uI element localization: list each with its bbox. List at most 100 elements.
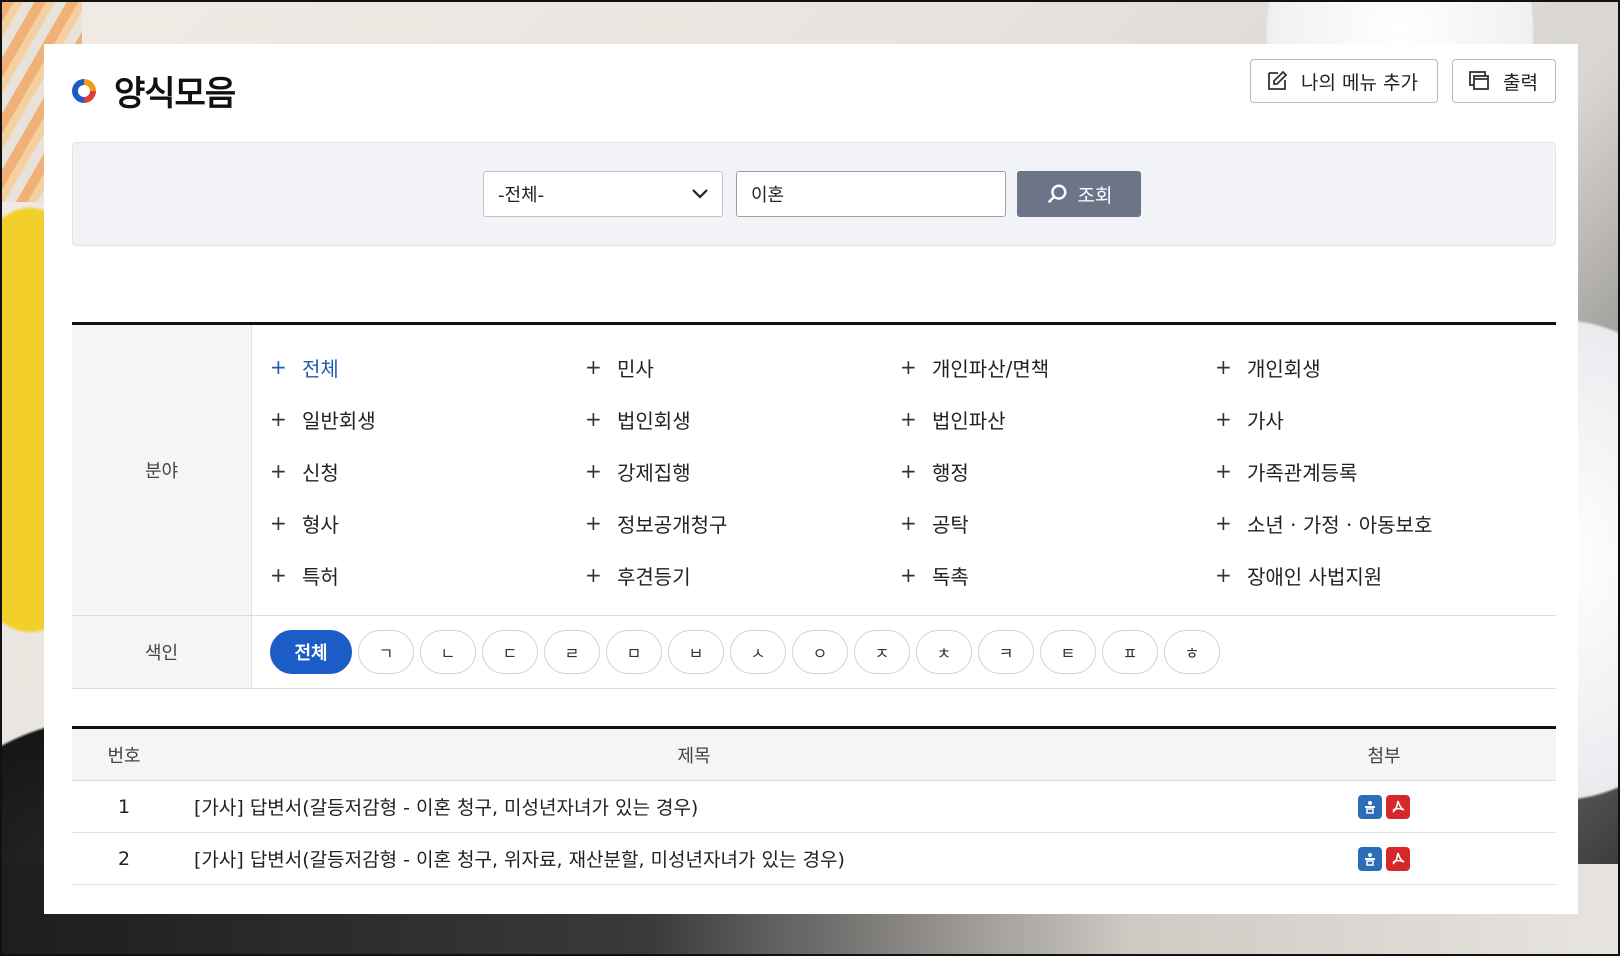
index-filter-label: 색인 [72, 616, 252, 688]
index-consonant-button[interactable]: ㅌ [1040, 630, 1096, 674]
field-item-label: 개인회생 [1247, 356, 1321, 381]
field-item-label: 개인파산/면책 [932, 356, 1050, 381]
field-item[interactable]: + 정보공개청구 [585, 497, 900, 549]
field-item[interactable]: + 후견등기 [585, 549, 900, 601]
index-consonant-button[interactable]: ㄴ [420, 630, 476, 674]
search-button[interactable]: 조회 [1017, 171, 1141, 217]
field-item[interactable]: + 소년 · 가정 · 아동보호 [1215, 497, 1530, 549]
plus-icon: + [270, 355, 287, 379]
field-item-label: 가사 [1247, 408, 1284, 433]
plus-icon: + [900, 355, 917, 379]
col-title-header: 제목 [677, 745, 711, 767]
plus-icon: + [585, 355, 602, 379]
index-consonant-button[interactable]: ㅁ [606, 630, 662, 674]
print-label: 출력 [1503, 71, 1538, 94]
plus-icon: + [270, 563, 287, 587]
index-consonant-button[interactable]: ㅈ [854, 630, 910, 674]
index-consonant-button[interactable]: ㅇ [792, 630, 848, 674]
index-consonant-button[interactable]: ㅊ [916, 630, 972, 674]
plus-icon: + [1215, 459, 1232, 483]
index-consonant-button[interactable]: ㅍ [1102, 630, 1158, 674]
category-select-value: -전체- [498, 185, 545, 206]
index-consonant-button[interactable]: ㅂ [668, 630, 724, 674]
search-button-label: 조회 [1077, 184, 1113, 207]
pdf-file-icon[interactable] [1386, 794, 1410, 819]
table-row: 1 [가사] 답변서(갈등저감형 - 이혼 청구, 미성년자녀가 있는 경우) [72, 781, 1556, 833]
plus-icon: + [900, 459, 917, 483]
field-item[interactable]: + 법인회생 [585, 393, 900, 445]
field-filter-row: 분야 + 전체 + 민사 + 개인파산/면책 + 개인회생 + 일반회생 + 법인회생 + 법인파산 + 가사… [72, 325, 1556, 616]
field-item[interactable]: + 행정 [900, 445, 1215, 497]
col-no-header: 번호 [107, 745, 141, 767]
plus-icon: + [900, 407, 917, 431]
index-consonant-button[interactable]: ㄱ [358, 630, 414, 674]
keyword-input[interactable] [736, 171, 1006, 217]
plus-icon: + [270, 407, 287, 431]
field-item-label: 소년 · 가정 · 아동보호 [1247, 512, 1433, 537]
field-list: + 전체 + 민사 + 개인파산/면책 + 개인회생 + 일반회생 + 법인회생 + 법인파산 + 가사 + 신청… [270, 341, 1556, 601]
field-item[interactable]: + 독촉 [900, 549, 1215, 601]
plus-icon: + [585, 407, 602, 431]
field-item[interactable]: + 민사 [585, 341, 900, 393]
search-area: -전체- 조회 [72, 142, 1556, 246]
plus-icon: + [900, 511, 917, 535]
field-filter-label: 분야 [72, 325, 252, 615]
row-title-link[interactable]: [가사] 답변서(갈등저감형 - 이혼 청구, 위자료, 재산분할, 미성년자녀… [176, 845, 1212, 872]
field-item-label: 법인파산 [932, 408, 1006, 433]
field-item[interactable]: + 일반회생 [270, 393, 585, 445]
chevron-down-icon [692, 189, 708, 199]
field-item[interactable]: + 개인회생 [1215, 341, 1530, 393]
field-item-label: 후견등기 [617, 564, 691, 589]
filter-table: 분야 + 전체 + 민사 + 개인파산/면책 + 개인회생 + 일반회생 + 법인회생 + 법인파산 + 가사… [72, 322, 1556, 689]
field-item[interactable]: + 신청 [270, 445, 585, 497]
row-number: 1 [117, 795, 131, 818]
field-item-label: 전체 [302, 356, 339, 381]
index-filter-row: 색인 전체 ㄱㄴㄷㄹㅁㅂㅅㅇㅈㅊㅋㅌㅍㅎ [72, 616, 1556, 689]
add-my-menu-button[interactable]: 나의 메뉴 추가 [1250, 59, 1438, 103]
field-item[interactable]: + 개인파산/면책 [900, 341, 1215, 393]
forms-panel: 양식모음 나의 메뉴 추가 출력 -전체- 조회 분야 [44, 44, 1578, 914]
plus-icon: + [585, 563, 602, 587]
field-item-label: 특허 [302, 564, 339, 589]
field-item[interactable]: + 가족관계등록 [1215, 445, 1530, 497]
plus-icon: + [270, 459, 287, 483]
field-item[interactable]: + 법인파산 [900, 393, 1215, 445]
hwp-file-icon[interactable] [1358, 794, 1382, 819]
field-item-label: 일반회생 [302, 408, 376, 433]
print-button[interactable]: 출력 [1452, 59, 1556, 103]
field-item-label: 장애인 사법지원 [1247, 564, 1383, 589]
forms-table: 번호 제목 첨부 1 [가사] 답변서(갈등저감형 - 이혼 청구, 미성년자녀가… [72, 726, 1556, 885]
index-consonant-button[interactable]: ㅎ [1164, 630, 1220, 674]
field-item[interactable]: + 공탁 [900, 497, 1215, 549]
row-number: 2 [117, 847, 131, 870]
field-item-label: 민사 [617, 356, 654, 381]
field-item[interactable]: + 형사 [270, 497, 585, 549]
row-title-link[interactable]: [가사] 답변서(갈등저감형 - 이혼 청구, 미성년자녀가 있는 경우) [176, 793, 1212, 820]
index-all-button[interactable]: 전체 [270, 630, 352, 674]
edit-icon [1268, 70, 1288, 90]
plus-icon: + [1215, 563, 1232, 587]
plus-icon: + [1215, 355, 1232, 379]
field-item-label: 가족관계등록 [1247, 460, 1358, 485]
plus-icon: + [1215, 511, 1232, 535]
title-bullet-icon [72, 78, 96, 103]
index-consonant-button[interactable]: ㄷ [482, 630, 538, 674]
field-item[interactable]: + 장애인 사법지원 [1215, 549, 1530, 601]
index-consonant-button[interactable]: ㄹ [544, 630, 600, 674]
print-window-icon [1469, 71, 1489, 90]
field-item[interactable]: + 가사 [1215, 393, 1530, 445]
field-item[interactable]: + 특허 [270, 549, 585, 601]
index-consonant-button[interactable]: ㅋ [978, 630, 1034, 674]
plus-icon: + [1215, 407, 1232, 431]
field-item-label: 강제집행 [617, 460, 691, 485]
field-item[interactable]: + 전체 [270, 341, 585, 393]
table-body: 1 [가사] 답변서(갈등저감형 - 이혼 청구, 미성년자녀가 있는 경우) 2 [… [72, 781, 1556, 885]
hwp-file-icon[interactable] [1358, 846, 1382, 871]
category-select[interactable]: -전체- [483, 171, 723, 217]
page-title: 양식모음 [114, 74, 236, 114]
page-header: 양식모음 [72, 66, 236, 115]
index-consonant-button[interactable]: ㅅ [730, 630, 786, 674]
pdf-file-icon[interactable] [1386, 846, 1410, 871]
field-item[interactable]: + 강제집행 [585, 445, 900, 497]
field-item-label: 독촉 [932, 564, 969, 589]
